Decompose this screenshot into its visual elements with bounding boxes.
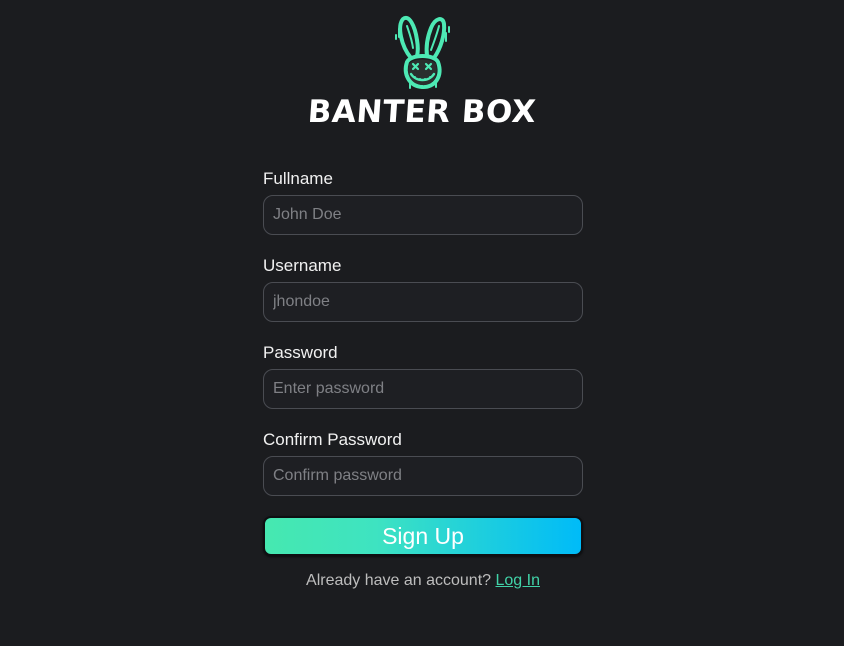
password-label: Password bbox=[263, 343, 338, 362]
sign-up-button[interactable]: Sign Up bbox=[263, 516, 583, 556]
password-field-group: Password bbox=[263, 342, 583, 409]
confirm-password-input[interactable] bbox=[263, 456, 583, 496]
confirm-password-field-group: Confirm Password bbox=[263, 429, 583, 496]
username-label: Username bbox=[263, 256, 342, 275]
login-link[interactable]: Log In bbox=[495, 572, 539, 589]
brand-name: BANTER BOX bbox=[306, 94, 538, 130]
confirm-password-label: Confirm Password bbox=[263, 430, 402, 449]
login-prompt: Already have an account? Log In bbox=[263, 572, 583, 590]
login-prompt-text: Already have an account? bbox=[306, 572, 492, 589]
logo bbox=[0, 12, 844, 90]
signup-page: BANTER BOX Fullname Username Password Co… bbox=[0, 0, 844, 646]
username-input[interactable] bbox=[263, 282, 583, 322]
signup-form: Fullname Username Password Confirm Passw… bbox=[263, 168, 583, 590]
password-input[interactable] bbox=[263, 369, 583, 409]
username-field-group: Username bbox=[263, 255, 583, 322]
fullname-field-group: Fullname bbox=[263, 168, 583, 235]
fullname-input[interactable] bbox=[263, 195, 583, 235]
bunny-icon bbox=[395, 15, 450, 90]
fullname-label: Fullname bbox=[263, 169, 333, 188]
